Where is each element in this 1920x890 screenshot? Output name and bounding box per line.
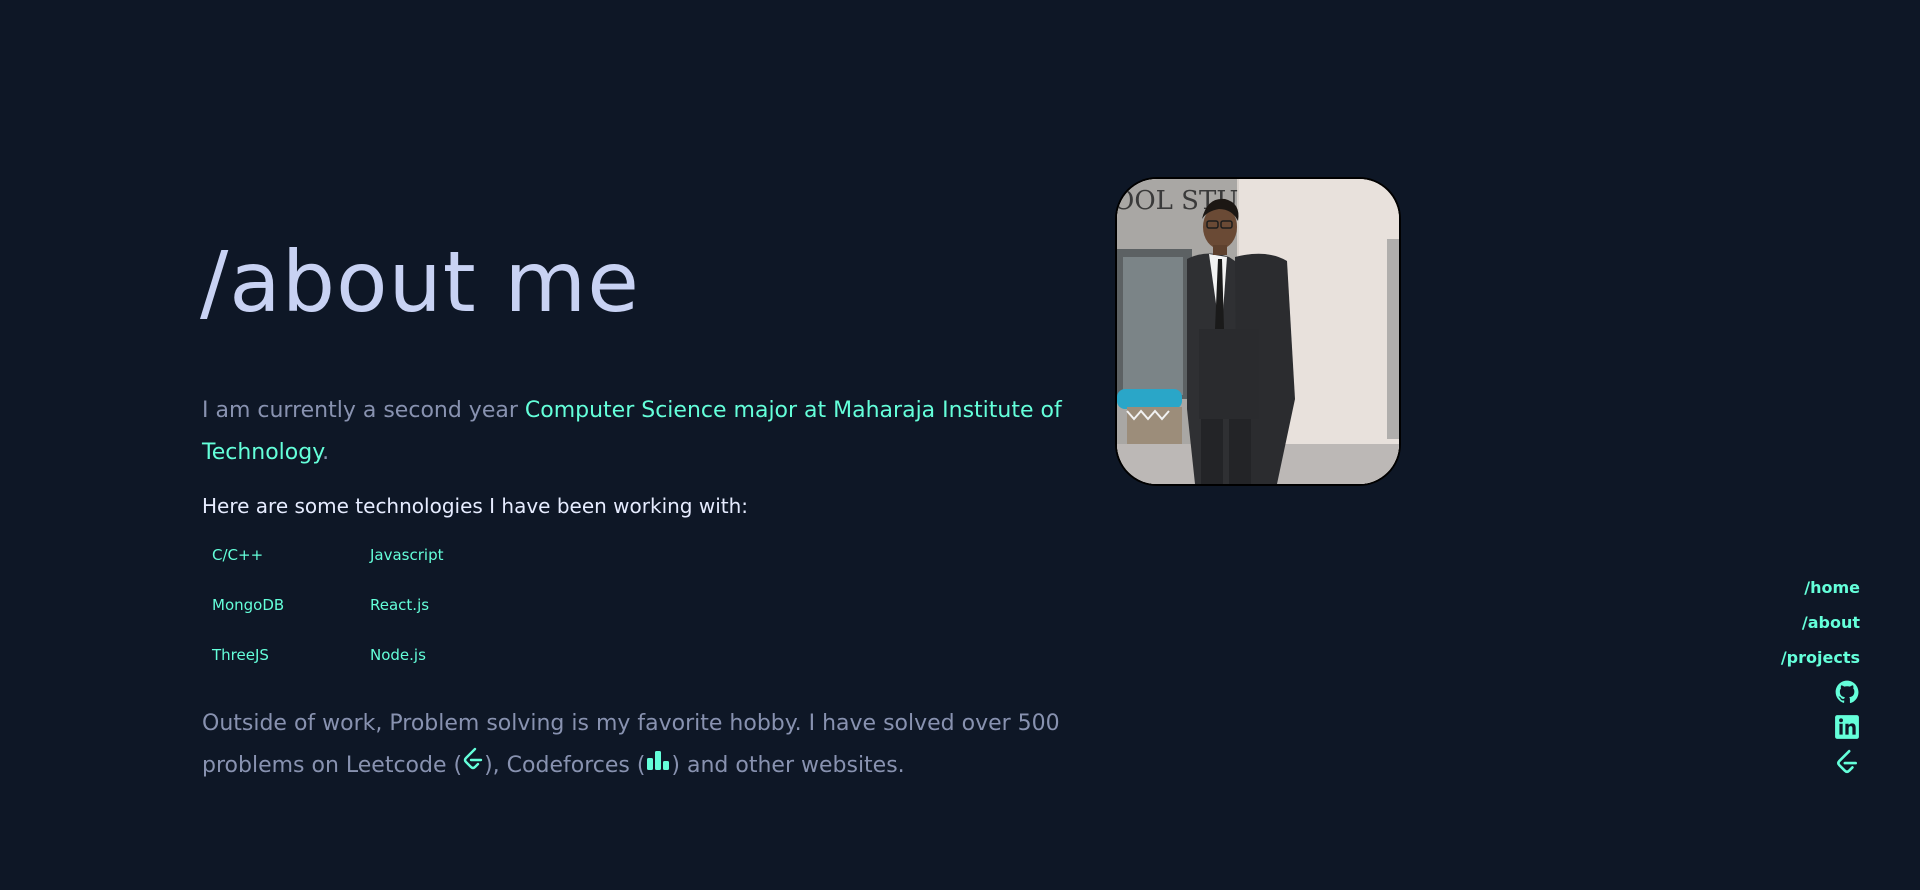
codeforces-icon[interactable] <box>645 744 671 786</box>
nav-link-home[interactable]: /home <box>1804 570 1860 605</box>
tech-item: C/C++ <box>212 546 264 564</box>
linkedin-icon[interactable] <box>1834 714 1860 740</box>
outro-paragraph: Outside of work, Problem solving is my f… <box>202 703 1162 787</box>
nav-link-projects[interactable]: /projects <box>1781 640 1860 675</box>
tech-item: MongoDB <box>212 596 285 614</box>
leetcode-icon[interactable] <box>462 744 484 786</box>
outro-text-2: ), Codeforces ( <box>484 753 646 778</box>
profile-photo: OOL STU <box>1115 177 1401 486</box>
intro-paragraph: I am currently a second year Computer Sc… <box>202 390 1082 474</box>
side-nav: /home /about /projects <box>1781 570 1860 780</box>
leetcode-icon[interactable] <box>1834 749 1860 775</box>
tech-intro: Here are some technologies I have been w… <box>202 494 749 518</box>
page-title: /about me <box>200 233 640 331</box>
tech-list: C/C++ Javascript MongoDB React.js ThreeJ… <box>212 546 528 696</box>
tech-item: ThreeJS <box>212 646 269 664</box>
nav-link-about[interactable]: /about <box>1802 605 1860 640</box>
intro-suffix: . <box>322 440 330 465</box>
intro-prefix: I am currently a second year <box>202 398 525 423</box>
github-icon[interactable] <box>1834 679 1860 705</box>
tech-item: Node.js <box>370 646 426 664</box>
tech-item: Javascript <box>370 546 444 564</box>
tech-item: React.js <box>370 596 430 614</box>
about-page: /about me I am currently a second year C… <box>0 0 1920 890</box>
outro-text-3: ) and other websites. <box>671 753 905 778</box>
